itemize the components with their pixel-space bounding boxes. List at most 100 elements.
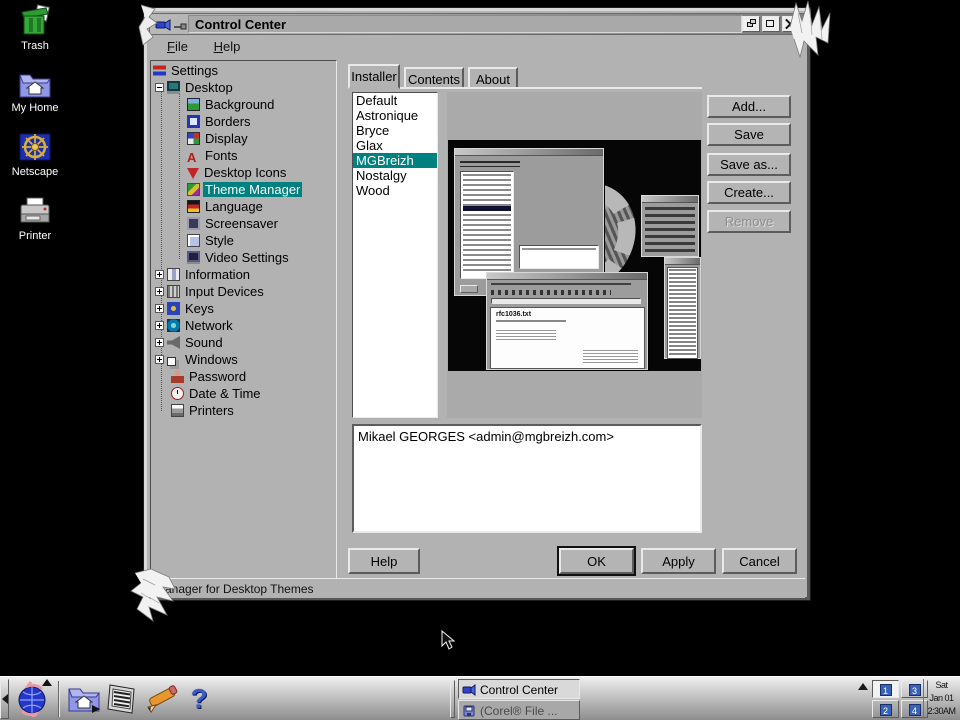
tree-item-label[interactable]: Display — [203, 131, 250, 146]
tree-item-label[interactable]: Password — [187, 369, 248, 384]
tree-item-style[interactable]: Style — [187, 233, 236, 249]
clock[interactable]: Sat Jan 01 2:30AM — [923, 679, 959, 719]
tree-item-label[interactable]: Language — [203, 199, 265, 214]
desktop-icon-printer[interactable]: Printer — [0, 196, 70, 242]
tree-line — [179, 89, 180, 259]
tree-item-label[interactable]: Date & Time — [187, 386, 263, 401]
desktop-icon-trash[interactable]: Trash — [0, 4, 70, 52]
task-button-corel-file[interactable]: (Corel® File ... — [458, 700, 580, 720]
desktop-icon-label[interactable]: Trash — [0, 40, 70, 52]
tree-item-desktop-icons[interactable]: Desktop Icons — [187, 165, 288, 181]
task-button-control-center[interactable]: Control Center — [458, 679, 580, 699]
tree-item-label[interactable]: Information — [183, 267, 252, 282]
collapse-icon[interactable] — [155, 83, 164, 92]
save-as-button[interactable]: Save as... — [707, 153, 791, 176]
tree-item-label[interactable]: Desktop Icons — [202, 165, 288, 180]
tree-item-label[interactable]: Style — [203, 233, 236, 248]
expand-icon[interactable] — [155, 304, 164, 313]
tree-item-borders[interactable]: Borders — [187, 114, 253, 130]
tree-item-fonts[interactable]: Fonts — [187, 148, 240, 164]
borders-icon — [187, 115, 200, 128]
tree-item-background[interactable]: Background — [187, 97, 276, 113]
add-button[interactable]: Add... — [707, 95, 791, 118]
tree-item-label[interactable]: Theme Manager — [203, 182, 303, 197]
tree-item-label[interactable]: Keys — [183, 301, 216, 316]
tree-item-label[interactable]: Background — [203, 97, 276, 112]
ok-button[interactable]: OK — [559, 548, 634, 574]
pager-desktop-1[interactable]: 1 — [872, 680, 899, 698]
tree-item-desktop[interactable]: Desktop — [155, 80, 235, 96]
expand-icon[interactable] — [155, 338, 164, 347]
panel-up-arrow-icon[interactable] — [858, 683, 868, 690]
tree-item-label[interactable]: Borders — [203, 114, 253, 129]
panel-hide-button[interactable] — [0, 679, 9, 719]
tree-item-label[interactable]: Network — [183, 318, 235, 333]
titlebar[interactable]: Control Center — [149, 13, 805, 35]
theme-list-item[interactable]: Wood — [353, 183, 437, 198]
tree-item-keys[interactable]: Keys — [155, 301, 216, 317]
trash-icon — [21, 4, 50, 35]
tree-item-theme-manager[interactable]: Theme Manager — [187, 182, 303, 198]
home-folder-button[interactable] — [66, 681, 102, 717]
pager-desktop-2[interactable]: 2 — [872, 700, 899, 718]
create-button[interactable]: Create... — [707, 181, 791, 204]
expand-icon[interactable] — [155, 270, 164, 279]
editor-button[interactable] — [142, 681, 178, 717]
theme-list-item[interactable]: Default — [353, 93, 437, 108]
tree-item-label[interactable]: Fonts — [203, 148, 240, 163]
maximize-button[interactable] — [762, 16, 780, 32]
sticky-pin-icon[interactable] — [174, 23, 187, 30]
tree-item-label[interactable]: Desktop — [183, 80, 235, 95]
tree-item-label[interactable]: Settings — [169, 63, 220, 78]
task-area-handle[interactable] — [450, 680, 455, 718]
tree-item-input-devices[interactable]: Input Devices — [155, 284, 266, 300]
tree-item-label[interactable]: Screensaver — [203, 216, 280, 231]
cancel-button[interactable]: Cancel — [722, 548, 797, 574]
tree-item-settings[interactable]: Settings — [153, 63, 220, 79]
help-button-panel[interactable]: ? — [184, 681, 214, 717]
tree-item-date-time[interactable]: Date & Time — [171, 386, 263, 402]
tree-item-label[interactable]: Video Settings — [203, 250, 291, 265]
tree-item-label[interactable]: Sound — [183, 335, 225, 350]
tree-item-display[interactable]: Display — [187, 131, 250, 147]
remove-button[interactable]: Remove — [707, 210, 791, 233]
tree-item-label[interactable]: Printers — [187, 403, 236, 418]
theme-list-item[interactable]: Glax — [353, 138, 437, 153]
theme-list-item[interactable]: Nostalgy — [353, 168, 437, 183]
iconify-button[interactable] — [742, 16, 760, 32]
expand-icon[interactable] — [155, 321, 164, 330]
theme-list-item-selected[interactable]: MGBreizh — [353, 153, 437, 168]
k-menu-button[interactable] — [14, 681, 50, 719]
desktop-icon-my-home[interactable]: My Home — [0, 68, 70, 114]
tree-item-label[interactable]: Input Devices — [183, 284, 266, 299]
tab-about[interactable]: About — [468, 67, 518, 89]
tree-item-video-settings[interactable]: Video Settings — [187, 250, 291, 266]
tab-contents[interactable]: Contents — [404, 67, 464, 89]
terminal-button[interactable] — [104, 681, 140, 717]
tree-item-windows[interactable]: Windows — [155, 352, 240, 368]
menu-file[interactable]: File — [163, 37, 192, 56]
desktop-icon-label[interactable]: Printer — [0, 230, 70, 242]
theme-list-item[interactable]: Astronique — [353, 108, 437, 123]
apply-button[interactable]: Apply — [641, 548, 716, 574]
save-button[interactable]: Save — [707, 123, 791, 146]
desktop-icon-label[interactable]: My Home — [0, 102, 70, 114]
tree-item-information[interactable]: Information — [155, 267, 252, 283]
tree-item-password[interactable]: Password — [171, 369, 248, 385]
help-button[interactable]: Help — [348, 548, 420, 574]
tab-installer[interactable]: Installer — [348, 64, 400, 89]
tree-item-printers[interactable]: Printers — [171, 403, 236, 419]
tree-item-language[interactable]: Language — [187, 199, 265, 215]
tree-item-sound[interactable]: Sound — [155, 335, 225, 351]
expand-icon[interactable] — [155, 287, 164, 296]
desktop-icon-netscape[interactable]: Netscape — [0, 132, 70, 178]
tree-item-screensaver[interactable]: Screensaver — [187, 216, 280, 232]
clock-date: Jan 01 — [929, 693, 954, 703]
expand-icon[interactable] — [155, 355, 164, 364]
menu-help[interactable]: Help — [210, 37, 245, 56]
theme-list-item[interactable]: Bryce — [353, 123, 437, 138]
tree-item-label[interactable]: Windows — [183, 352, 240, 367]
desktop-icon-label[interactable]: Netscape — [0, 166, 70, 178]
tree-item-network[interactable]: Network — [155, 318, 235, 334]
theme-author-field[interactable]: Mikael GEORGES <admin@mgbreizh.com> — [352, 424, 702, 533]
